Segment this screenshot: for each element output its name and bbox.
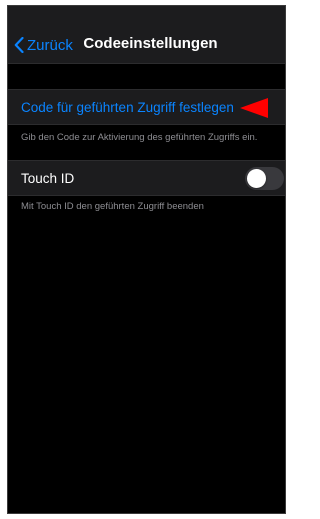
- toggle-knob: [247, 169, 266, 188]
- touchid-row: Touch ID: [8, 160, 285, 196]
- navigation-bar: Zurück Codeeinstellungen: [8, 6, 285, 64]
- touchid-footnote: Mit Touch ID den geführten Zugriff beend…: [21, 201, 204, 212]
- touchid-label: Touch ID: [21, 171, 75, 186]
- touchid-toggle[interactable]: [245, 167, 284, 190]
- set-code-row[interactable]: Code für geführten Zugriff festlegen: [8, 89, 285, 125]
- set-code-footnote: Gib den Code zur Aktivierung des geführt…: [21, 132, 258, 143]
- settings-screen: Zurück Codeeinstellungen Code für geführ…: [7, 5, 286, 514]
- red-arrow-annotation-icon: [240, 98, 268, 118]
- page-title: Codeeinstellungen: [83, 35, 218, 52]
- set-code-label[interactable]: Code für geführten Zugriff festlegen: [21, 100, 234, 115]
